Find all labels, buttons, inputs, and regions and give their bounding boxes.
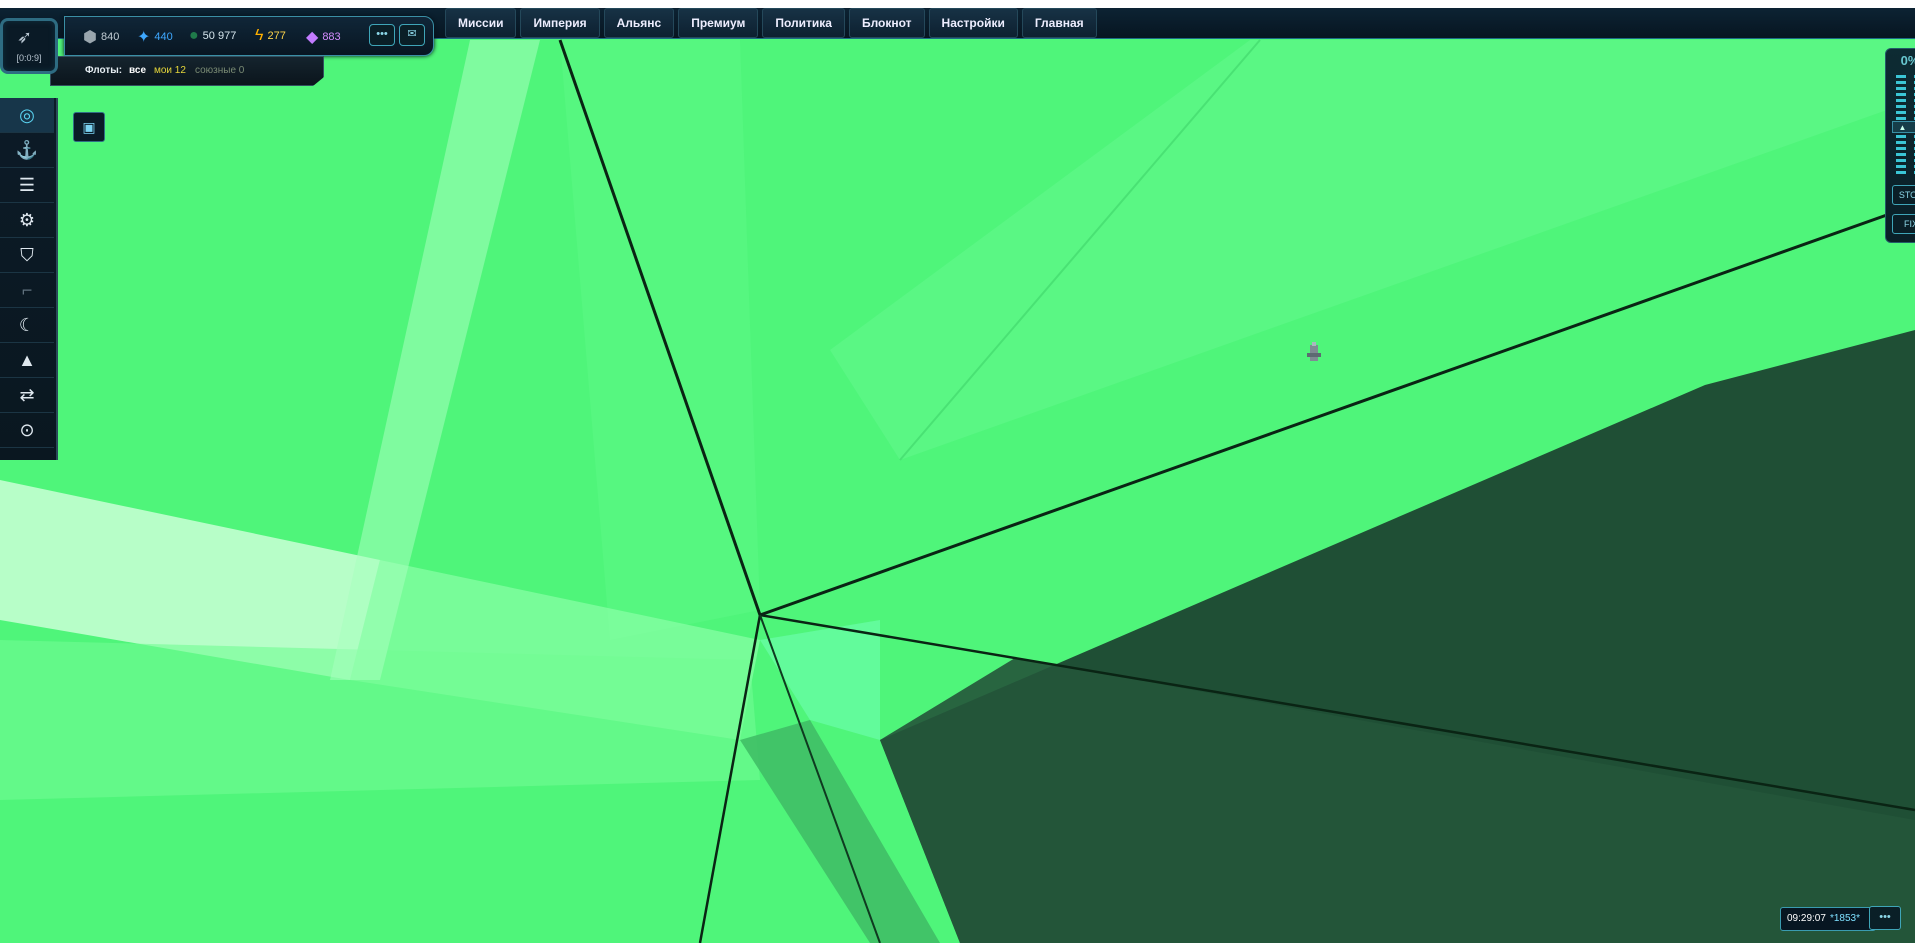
speed-slider[interactable]: ▲▼	[1892, 121, 1915, 133]
rocket-icon[interactable]: ▲	[0, 343, 54, 378]
menu-notepad[interactable]: Блокнот	[848, 8, 925, 38]
fleets-all[interactable]: все	[129, 65, 146, 76]
left-sidebar: ◎ ⚓ ☰ ⚙ ⛉ ⌐ ☾ ▲ ⇄ ⊙	[0, 98, 58, 460]
menu-main[interactable]: Главная	[1021, 8, 1097, 38]
crystal-value: 440	[154, 31, 173, 43]
resource-premium[interactable]: ◆ 883	[306, 27, 341, 47]
crane-icon[interactable]: ⚓	[0, 133, 54, 168]
planet-coords: [0:0:9]	[16, 53, 42, 63]
menu-alliance[interactable]: Альянс	[603, 8, 675, 38]
main-menu: Миссии Империя Альянс Премиум Политика Б…	[445, 8, 1101, 38]
chat-bubble-icon[interactable]: •••	[369, 24, 395, 46]
space-scene[interactable]	[0, 0, 1915, 943]
planet-orbit-icon[interactable]: ◎	[0, 98, 54, 133]
rocket-icon: ➶	[17, 27, 33, 47]
resource-deuterium[interactable]: ● 50 977	[189, 27, 236, 45]
stop-button[interactable]: STOP	[1892, 185, 1915, 205]
galaxy-icon[interactable]: ⊙	[0, 413, 54, 448]
server-clock: 09:29:07 *1853*	[1780, 907, 1876, 931]
resource-metal[interactable]: ⬢ 840	[83, 27, 119, 47]
transfer-icon[interactable]: ⇄	[0, 378, 54, 413]
menu-settings[interactable]: Настройки	[928, 8, 1018, 38]
resource-energy[interactable]: ϟ 277	[255, 27, 286, 45]
crystal-icon: ✦	[137, 29, 151, 46]
clock-time: 09:29:07	[1787, 913, 1826, 924]
lightning-icon: ϟ	[255, 27, 264, 44]
menu-politics[interactable]: Политика	[762, 8, 845, 38]
rock-icon: ⬢	[83, 29, 97, 46]
speed-control-panel: 0% ▲▼ STOP FIX	[1885, 48, 1915, 243]
energy-value: 277	[267, 30, 286, 42]
drop-icon: ●	[189, 27, 199, 44]
menu-empire[interactable]: Империя	[520, 8, 600, 38]
menu-premium[interactable]: Премиум	[678, 8, 759, 38]
chat-button[interactable]: •••	[1869, 906, 1901, 930]
current-planet-box[interactable]: ➶ [0:0:9]	[0, 18, 58, 74]
fleets-label: Флоты:	[85, 65, 123, 76]
deuterium-value: 50 977	[202, 30, 237, 42]
moon-orbit-icon[interactable]: ☾	[0, 308, 54, 343]
resource-panel: ⬢ 840 ✦ 440 ● 50 977 ϟ 277 ◆ 883 ••• ✉	[64, 16, 434, 56]
fleets-mine[interactable]: мои 12	[154, 65, 186, 76]
menu-missions[interactable]: Миссии	[445, 8, 517, 38]
resource-crystal[interactable]: ✦ 440	[137, 27, 173, 47]
gun-icon[interactable]: ⌐	[0, 273, 54, 308]
shield-icon[interactable]: ⛉	[0, 238, 54, 273]
gear-icon[interactable]: ⚙	[0, 203, 54, 238]
premium-value: 883	[322, 31, 341, 43]
mail-icon[interactable]: ✉	[399, 24, 425, 46]
metal-value: 840	[100, 31, 120, 43]
toggle-square-icon[interactable]: ▣	[73, 112, 105, 142]
fleets-allied[interactable]: союзные 0	[195, 65, 244, 76]
stack-icon[interactable]: ☰	[0, 168, 54, 203]
arrow-up-icon: ▲	[1898, 122, 1907, 132]
fix-button[interactable]: FIX	[1892, 214, 1915, 234]
player-points: *1853*	[1829, 913, 1860, 924]
gem-icon: ◆	[306, 29, 319, 46]
fleet-filter-bar: Флоты: все мои 12 союзные 0	[50, 56, 324, 86]
speed-percent: 0%	[1900, 53, 1915, 68]
